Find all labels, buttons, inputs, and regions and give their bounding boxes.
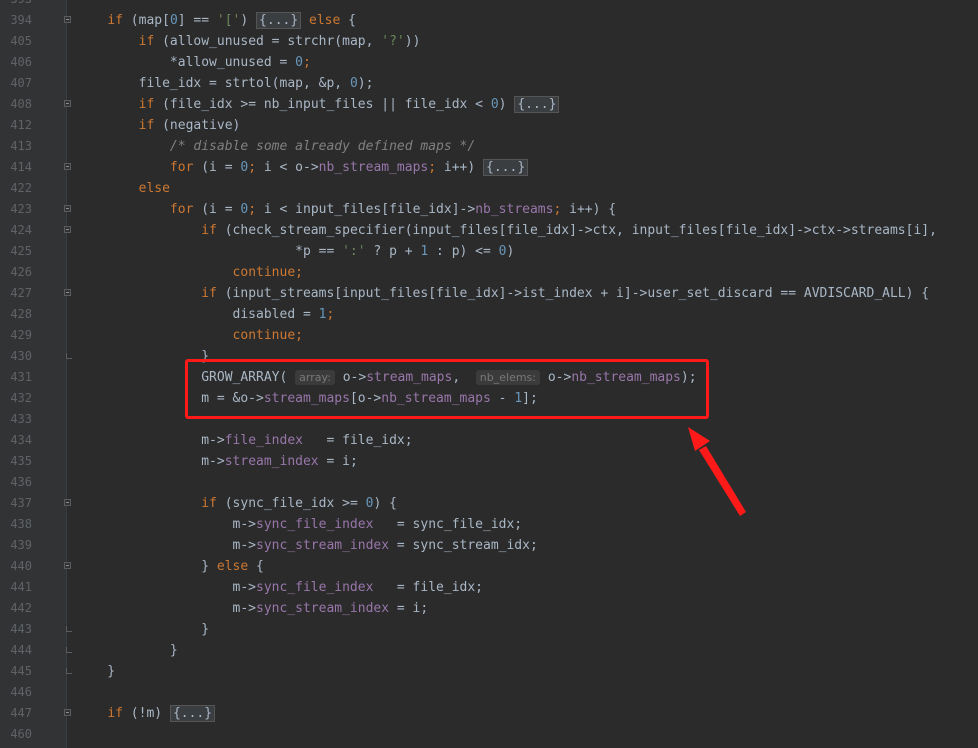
annotation-arrow [688,427,746,516]
code-editor[interactable]: 393394 if (map[0] == '[') {...} else {40… [0,0,978,748]
annotation-arrow-shaft [699,446,746,516]
